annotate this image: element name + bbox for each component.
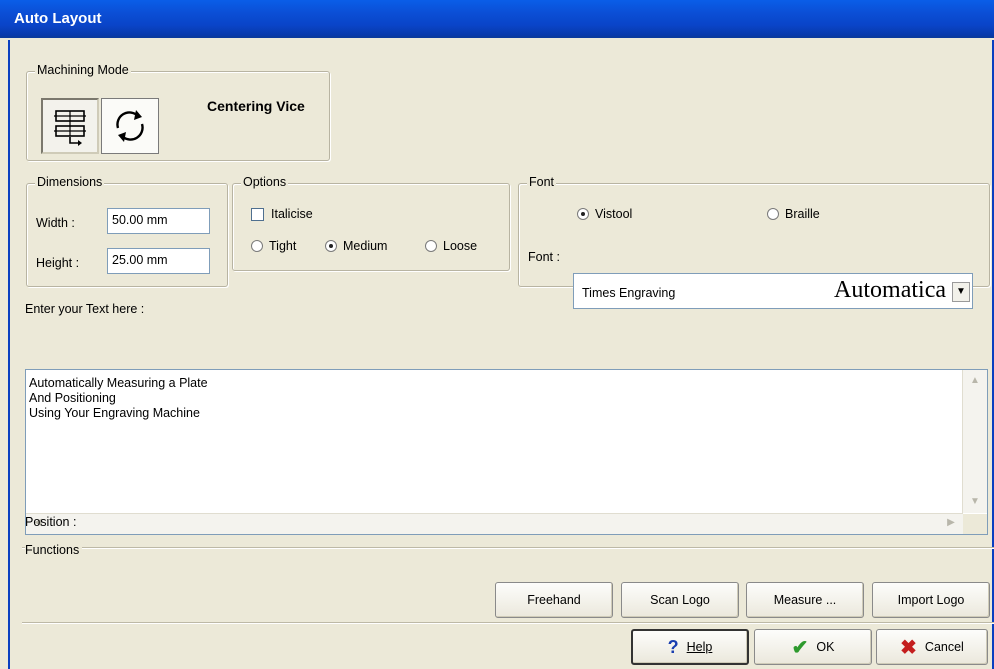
auto-layout-dialog: Machining Mode Centering Vice Dimensions… — [8, 40, 994, 669]
machining-mode-group: Machining Mode Centering Vice — [26, 63, 330, 161]
close-icon: ✖ — [900, 636, 917, 659]
height-field[interactable]: 25.00 mm — [107, 248, 210, 274]
cancel-button[interactable]: ✖ Cancel — [876, 629, 988, 665]
chevron-down-icon[interactable]: ▼ — [952, 282, 970, 302]
loose-label: Loose — [443, 239, 478, 253]
tight-label: Tight — [269, 239, 297, 253]
text-line: Automatically Measuring a Plate — [29, 376, 208, 390]
text-entry-content[interactable]: Automatically Measuring a Plate And Posi… — [29, 376, 208, 421]
scroll-down-icon[interactable]: ▼ — [965, 493, 985, 511]
braille-radio[interactable] — [767, 208, 779, 220]
vertical-scrollbar[interactable]: ▲ ▼ — [962, 370, 987, 513]
dimensions-legend: Dimensions — [35, 175, 105, 189]
font-group: Font Vistool Braille Font : — [518, 175, 990, 287]
scan-logo-button[interactable]: Scan Logo — [621, 582, 739, 618]
centering-vice-button[interactable] — [41, 98, 99, 154]
height-label: Height : — [36, 256, 80, 270]
loose-radio[interactable] — [425, 240, 437, 252]
scrollbar-corner — [963, 514, 987, 534]
machining-mode-label: Centering Vice — [207, 98, 305, 114]
text-line: And Positioning — [29, 391, 116, 405]
help-icon: ? — [667, 636, 679, 657]
font-legend: Font — [527, 175, 557, 189]
text-entry-area[interactable]: Automatically Measuring a Plate And Posi… — [25, 369, 988, 535]
rotary-icon — [116, 110, 144, 142]
options-group: Options Italicise Tight Medium Loose — [232, 175, 510, 271]
width-label: Width : — [36, 216, 75, 230]
measure-button[interactable]: Measure ... — [746, 582, 864, 618]
dimensions-group: Dimensions Width : 50.00 mm Height : 25.… — [26, 175, 228, 287]
tight-radio[interactable] — [251, 240, 263, 252]
font-label: Font : — [528, 250, 560, 264]
help-label: Help — [686, 640, 713, 654]
width-field[interactable]: 50.00 mm — [107, 208, 210, 234]
vistool-label: Vistool — [595, 207, 633, 221]
italicise-checkbox[interactable] — [251, 208, 264, 221]
text-entry-label: Enter your Text here : — [25, 302, 145, 316]
functions-legend: Functions — [25, 543, 83, 557]
font-select[interactable]: Times Engraving Automatica ▼ — [573, 273, 973, 309]
ok-button[interactable]: ✔ OK — [754, 629, 872, 665]
import-logo-button[interactable]: Import Logo — [872, 582, 990, 618]
horizontal-scrollbar[interactable]: ◀ ▶ — [26, 513, 963, 534]
cancel-label: Cancel — [924, 640, 964, 654]
position-label: Position : — [25, 515, 77, 529]
scroll-right-icon[interactable]: ▶ — [941, 514, 961, 532]
font-preview: Automatica — [834, 277, 946, 303]
options-legend: Options — [241, 175, 289, 189]
checkmark-icon: ✔ — [791, 636, 809, 659]
help-button[interactable]: ? Help — [631, 629, 749, 665]
machining-mode-legend: Machining Mode — [35, 63, 131, 77]
footer-divider — [22, 622, 994, 624]
font-name: Times Engraving — [582, 286, 676, 300]
window-title: Auto Layout — [14, 10, 102, 27]
text-line: Using Your Engraving Machine — [29, 406, 200, 420]
freehand-button[interactable]: Freehand — [495, 582, 613, 618]
italicise-label: Italicise — [271, 207, 313, 221]
vistool-radio[interactable] — [577, 208, 589, 220]
functions-divider — [22, 547, 994, 549]
scroll-up-icon[interactable]: ▲ — [965, 372, 985, 390]
rotary-button[interactable] — [101, 98, 159, 154]
ok-label: OK — [816, 640, 835, 654]
centering-vice-icon — [54, 110, 86, 146]
medium-label: Medium — [343, 239, 388, 253]
title-bar[interactable]: Auto Layout — [0, 0, 994, 38]
braille-label: Braille — [785, 207, 820, 221]
medium-radio[interactable] — [325, 240, 337, 252]
